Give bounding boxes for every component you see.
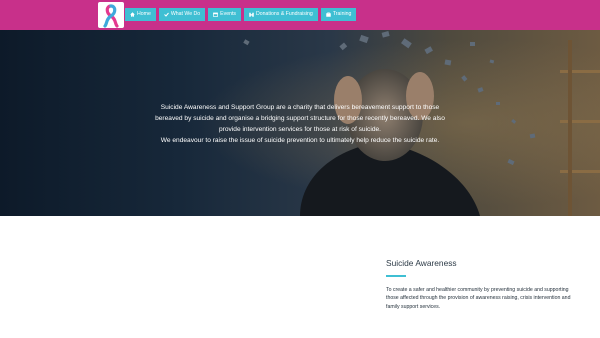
- nav-what-we-do[interactable]: What We Do: [158, 8, 206, 21]
- nav-training[interactable]: Training: [320, 8, 357, 21]
- nav-events[interactable]: Events: [208, 8, 242, 21]
- hero-line-2: bereaved by suicide and organise a bridg…: [155, 115, 445, 122]
- briefcase-icon: [326, 12, 331, 17]
- main-nav: Home What We Do Events Donations & Fundr…: [125, 8, 357, 21]
- section-body: To create a safer and healthier communit…: [386, 287, 571, 310]
- nav-events-label: Events: [220, 11, 237, 17]
- suicide-awareness-section: Suicide Awareness To create a safer and …: [386, 258, 576, 311]
- title-underline: [386, 275, 406, 277]
- nav-home-label: Home: [137, 11, 151, 17]
- section-title: Suicide Awareness: [386, 258, 457, 268]
- hands-icon: [249, 12, 254, 17]
- home-icon: [130, 12, 135, 17]
- site-header: Home What We Do Events Donations & Fundr…: [0, 0, 600, 30]
- nav-donations-fundraising[interactable]: Donations & Fundraising: [244, 8, 318, 21]
- hero-intro-text: Suicide Awareness and Support Group are …: [130, 102, 470, 146]
- hero-banner: Suicide Awareness and Support Group are …: [0, 30, 600, 216]
- nav-training-label: Training: [332, 11, 352, 17]
- nav-home[interactable]: Home: [125, 8, 156, 21]
- nav-what-we-do-label: What We Do: [170, 11, 201, 17]
- site-logo[interactable]: [98, 2, 124, 28]
- nav-donations-label: Donations & Fundraising: [256, 11, 313, 17]
- awareness-ribbon-icon: [103, 4, 119, 28]
- hero-line-1: Suicide Awareness and Support Group are …: [160, 104, 440, 111]
- check-icon: [163, 12, 169, 17]
- hero-line-3: provide intervention services for those …: [219, 126, 381, 133]
- calendar-icon: [213, 12, 219, 17]
- hero-line-4: We endeavour to raise the issue of suici…: [160, 137, 440, 144]
